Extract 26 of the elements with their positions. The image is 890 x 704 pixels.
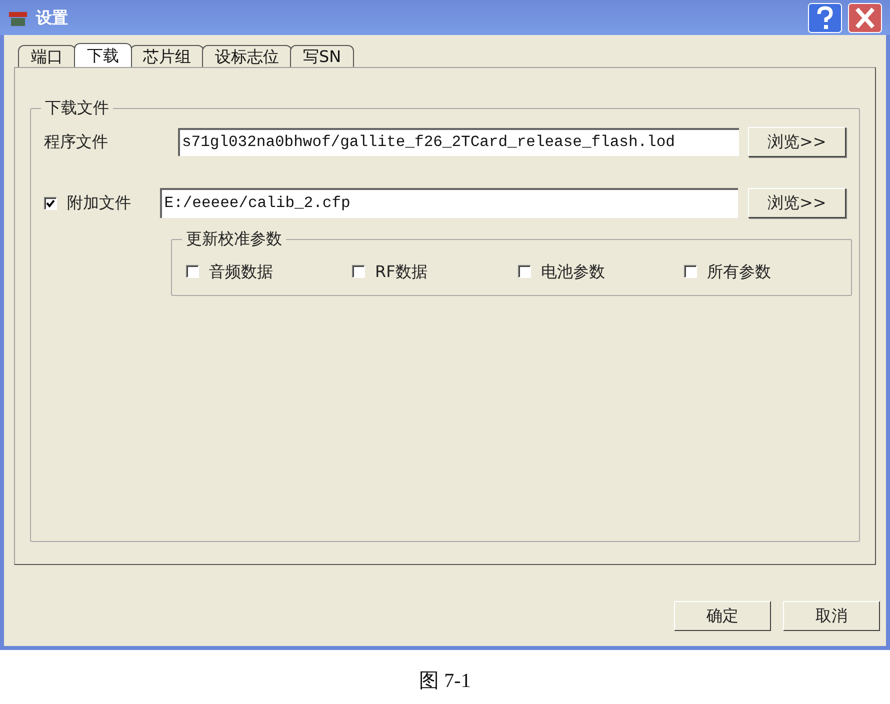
attach-file-field[interactable]: E:/eeeee/calib_2.cfp: [160, 188, 738, 218]
browse-button[interactable]: 浏览>>: [748, 127, 846, 157]
tab[interactable]: 端口: [18, 45, 76, 67]
browse-button[interactable]: 浏览>>: [748, 188, 846, 218]
field-label: 程序文件: [44, 131, 109, 153]
tab[interactable]: 下载: [74, 43, 132, 67]
tab[interactable]: 写SN: [290, 45, 354, 67]
checkbox[interactable]: [352, 265, 365, 278]
help-icon[interactable]: [808, 2, 842, 32]
checkbox[interactable]: [44, 196, 57, 210]
figure-caption: 图 7-1: [419, 669, 471, 694]
checkbox-label: 电池参数: [541, 260, 605, 282]
field-label: 附加文件: [66, 192, 132, 214]
checkbox-label: 所有参数: [707, 260, 771, 282]
checkbox[interactable]: [186, 265, 199, 278]
close-icon[interactable]: [848, 2, 882, 32]
checkbox-label: 音频数据: [209, 260, 273, 282]
cancel-button[interactable]: 取消: [783, 601, 880, 631]
program-file-field[interactable]: s71gl032na0bhwof/gallite_f26_2TCard_release_flash.lod: [178, 128, 739, 156]
window-title: 设置: [36, 6, 68, 28]
tab[interactable]: 芯片组: [130, 45, 204, 67]
checkbox[interactable]: [684, 265, 697, 278]
ok-button[interactable]: 确定: [674, 601, 771, 631]
checkbox[interactable]: [518, 265, 531, 278]
checkbox-label: RF数据: [375, 260, 428, 282]
tab[interactable]: 设标志位: [202, 45, 292, 67]
